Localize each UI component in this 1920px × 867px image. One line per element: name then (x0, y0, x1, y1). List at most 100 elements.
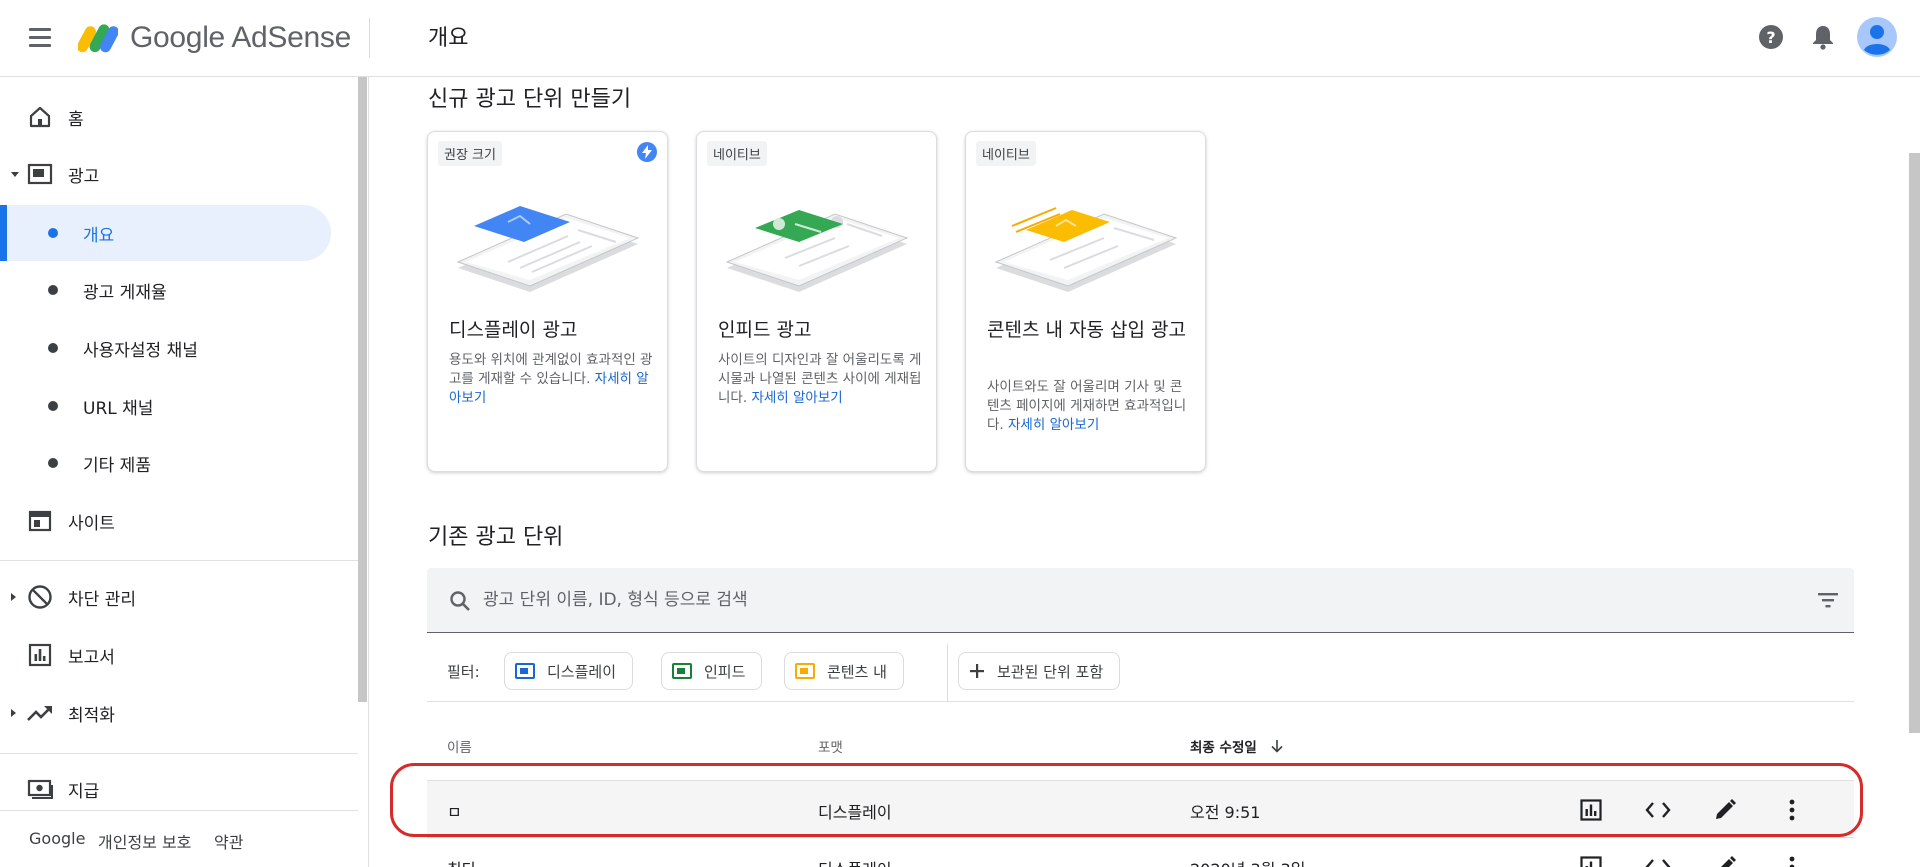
bullet-icon (48, 401, 58, 411)
column-header-last-modified[interactable]: 최종 수정일 (1190, 736, 1284, 756)
sidebar-footer: Google 개인정보 보호 약관 (0, 810, 358, 867)
ad-unit-name[interactable]: 최다 (447, 856, 476, 867)
ad-unit-name[interactable]: ㅁ (447, 799, 462, 823)
learn-more-link[interactable]: 자세히 알아보기 (1008, 417, 1099, 433)
sidebar-item-label: 광고 (68, 166, 100, 187)
svg-text:?: ? (1766, 28, 1775, 47)
more-options-button[interactable] (1775, 793, 1809, 827)
column-header-label: 최종 수정일 (1190, 740, 1257, 756)
sidebar-divider (0, 753, 358, 754)
sidebar-item-payments[interactable]: 지급 (0, 761, 331, 817)
bar-chart-icon (1580, 799, 1602, 821)
sidebar-item-label: 최적화 (68, 705, 115, 726)
footer-terms-link[interactable]: 약관 (214, 829, 243, 853)
table-row[interactable]: ㅁ 디스플레이 오전 9:51 (427, 780, 1854, 836)
lightning-icon (637, 142, 657, 162)
filter-list-icon[interactable] (1817, 590, 1839, 610)
help-button[interactable]: ? (1754, 20, 1788, 54)
edit-pencil-icon (1716, 799, 1736, 819)
footer-google-link[interactable]: Google (29, 829, 85, 848)
main-menu-button[interactable] (24, 22, 56, 54)
ad-unit-search-input[interactable] (483, 582, 1763, 618)
report-button[interactable] (1574, 850, 1608, 867)
footer-privacy-link[interactable]: 개인정보 보호 (98, 829, 191, 853)
ad-unit-last-modified: 오전 9:51 (1190, 803, 1261, 822)
main-scrollbar[interactable] (1909, 153, 1920, 733)
card-tag: 네이티브 (976, 141, 1036, 166)
sidebar-item-sites[interactable]: 사이트 (0, 493, 331, 549)
expand-caret-icon (11, 171, 19, 177)
in-article-ad-card[interactable]: 네이티브 콘텐츠 내 자동 삽입 광고 사이트와도 잘 어울리며 기사 및 콘텐… (965, 131, 1206, 472)
include-archived-chip[interactable]: 보관된 단위 포함 (958, 652, 1121, 690)
edit-pencil-icon (1721, 856, 1736, 867)
brand-name: Google AdSense (130, 21, 351, 54)
help-icon: ? (1759, 25, 1783, 49)
in-article-format-icon (795, 663, 815, 679)
in-feed-ad-card[interactable]: 네이티브 인피드 광고 사이트의 디자인과 잘 어울리도록 게시물과 나열된 콘… (696, 131, 937, 472)
sort-descending-icon (1270, 740, 1283, 753)
sidebar-item-label: 홈 (68, 109, 84, 130)
sidebar-item-home[interactable]: 홈 (0, 89, 331, 145)
column-header-format[interactable]: 포맷 (818, 736, 843, 756)
notifications-button[interactable] (1806, 20, 1840, 54)
sidebar-item-ads[interactable]: 광고 (0, 146, 331, 202)
home-icon (27, 104, 53, 130)
bullet-icon (48, 285, 58, 295)
display-format-icon (515, 663, 535, 679)
search-icon (450, 591, 470, 611)
sidebar-item-overview[interactable]: 개요 (0, 205, 331, 261)
ads-icon (27, 161, 53, 187)
block-icon (27, 584, 53, 610)
chip-label: 콘텐츠 내 (827, 662, 887, 681)
filter-chip-display[interactable]: 디스플레이 (504, 652, 634, 690)
card-description: 용도와 위치에 관계없이 효과적인 광고를 게재할 수 있습니다. 자세히 알아… (449, 352, 653, 406)
sidebar-item-label: 보고서 (68, 647, 115, 668)
sidebar-divider (0, 560, 358, 561)
expand-caret-icon (11, 593, 16, 601)
card-description: 사이트와도 잘 어울리며 기사 및 콘텐츠 페이지에 게재하면 효과적입니다. … (987, 379, 1187, 433)
sidebar-item-label: 개요 (83, 225, 115, 246)
report-button[interactable] (1574, 793, 1608, 827)
filter-chip-in-article[interactable]: 콘텐츠 내 (784, 652, 904, 690)
sidebar-item-label: 사용자설정 채널 (83, 340, 198, 361)
sidebar-item-reports[interactable]: 보고서 (0, 627, 331, 683)
more-options-button[interactable] (1775, 850, 1809, 867)
main-content: 신규 광고 단위 만들기 권장 크기 디스플레이 광고 용도와 위치에 관계없이… (369, 77, 1909, 867)
filter-chip-in-feed[interactable]: 인피드 (661, 652, 763, 690)
account-avatar-button[interactable] (1857, 17, 1897, 57)
card-tag: 네이티브 (707, 141, 767, 166)
display-ad-card[interactable]: 권장 크기 디스플레이 광고 용도와 위치에 관계없이 효과적인 광고를 게재할… (427, 131, 668, 472)
chip-label: 디스플레이 (547, 662, 617, 681)
card-description: 사이트의 디자인과 잘 어울리도록 게시물과 나열된 콘텐츠 사이에 게재됩니다… (718, 352, 922, 406)
code-icon (1645, 802, 1671, 818)
sidebar-item-url-channels[interactable]: URL 채널 (0, 378, 331, 434)
sidebar-item-other-products[interactable]: 기타 제품 (0, 435, 331, 491)
trending-up-icon (27, 700, 53, 726)
chip-label: 인피드 (704, 662, 746, 681)
sidebar-item-blocking-controls[interactable]: 차단 관리 (0, 569, 331, 625)
ad-unit-format: 디스플레이 (818, 803, 892, 822)
sidebar-item-label: 사이트 (68, 513, 115, 534)
get-code-button[interactable] (1641, 850, 1675, 867)
existing-ad-units-title: 기존 광고 단위 (428, 525, 564, 550)
column-header-name[interactable]: 이름 (447, 736, 472, 756)
sidebar-scrollbar[interactable] (358, 77, 367, 702)
learn-more-link[interactable]: 자세히 알아보기 (751, 390, 842, 406)
adsense-logo-icon (78, 24, 118, 53)
sidebar-item-label: URL 채널 (83, 398, 154, 419)
sites-icon (27, 508, 53, 534)
add-icon (970, 664, 984, 678)
edit-button[interactable] (1708, 793, 1742, 827)
get-code-button[interactable] (1641, 793, 1675, 827)
sidebar-item-custom-channels[interactable]: 사용자설정 채널 (0, 320, 331, 376)
edit-button[interactable] (1708, 850, 1742, 867)
sidebar-item-label: 차단 관리 (68, 589, 136, 610)
page-title: 개요 (428, 26, 469, 51)
adsense-logo[interactable]: Google AdSense (78, 17, 351, 59)
sidebar-item-label: 기타 제품 (83, 455, 151, 476)
sidebar-item-optimization[interactable]: 최적화 (0, 685, 331, 741)
bar-chart-icon (1580, 856, 1602, 867)
table-row[interactable]: 최다 디스플레이 2020년 3월 3일 (427, 837, 1854, 867)
sidebar-item-ad-balance[interactable]: 광고 게재율 (0, 262, 331, 318)
more-vert-icon (1789, 856, 1795, 867)
